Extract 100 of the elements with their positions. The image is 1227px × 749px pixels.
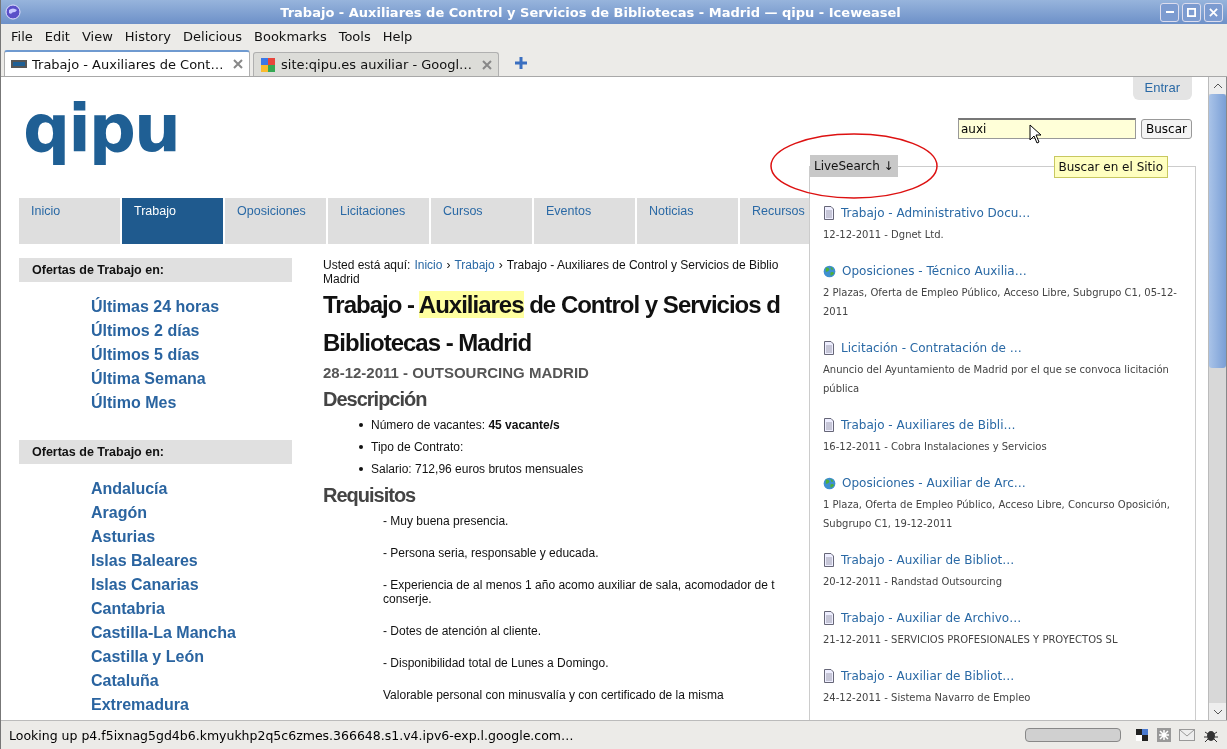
breadcrumb-current: Madrid bbox=[323, 272, 361, 286]
menu-item[interactable]: Help bbox=[376, 28, 419, 44]
requirement-text: - Disponibilidad total de Lunes a Domingo. bbox=[383, 656, 610, 670]
globe-icon bbox=[823, 476, 836, 490]
result-link[interactable]: Trabajo - Auxiliar de Bibliot… bbox=[841, 666, 1015, 686]
document-icon bbox=[823, 418, 835, 432]
section-heading: Requisitos bbox=[323, 483, 417, 508]
sidebar-link[interactable]: Andalucía bbox=[91, 477, 168, 501]
sidebar-link[interactable]: Cataluña bbox=[91, 669, 159, 693]
menu-item[interactable]: History bbox=[118, 28, 178, 44]
result-detail: 1 Plaza, Oferta de Empleo Público, Acceso Libre, Concurso Oposición, Subgrupo C1, 19-12-2011 bbox=[823, 498, 1172, 531]
nav-tab[interactable]: Oposiciones bbox=[225, 198, 326, 244]
result-link[interactable]: Trabajo - Auxiliar de Bibliot… bbox=[841, 550, 1015, 570]
document-icon bbox=[823, 206, 835, 220]
site-icon bbox=[260, 56, 276, 73]
result-detail: 16-12-2011 - Cobra Instalaciones y Servicios bbox=[823, 440, 1048, 454]
search-site-label: Buscar en el Sitio bbox=[1053, 156, 1168, 178]
section-heading: Descripción bbox=[323, 387, 428, 412]
result-link[interactable]: Trabajo - Administrativo Docu… bbox=[841, 203, 1031, 223]
mouse-cursor-icon bbox=[1029, 124, 1043, 144]
result-link[interactable]: Trabajo - Auxiliares de Bibli… bbox=[841, 415, 1016, 435]
breadcrumb-separator: › bbox=[498, 258, 503, 272]
browser-tab[interactable]: Trabajo - Auxiliares de Cont… bbox=[4, 50, 250, 76]
sidebar-link[interactable]: Aragón bbox=[91, 501, 147, 525]
result-link[interactable]: Trabajo - Auxiliar de Archivo… bbox=[841, 608, 1022, 628]
mail-icon[interactable] bbox=[1179, 729, 1195, 741]
status-text: Looking up p4.f5ixnag5gd4b6.kmyukhp2q5c6zmes.366648.s1.v4.ipv6-exp.l.google.com… bbox=[9, 727, 575, 743]
window-title: Trabajo - Auxiliares de Control y Servicios de Bibliotecas - Madrid — qipu - Iceweasel bbox=[279, 4, 902, 20]
breadcrumb-label: Usted está aquí: bbox=[323, 258, 411, 272]
search-field[interactable]: auxi bbox=[958, 118, 1136, 139]
sidebar-heading: Ofertas de Trabajo en: bbox=[19, 258, 292, 282]
requirement-text: - Persona seria, responsable y educada. bbox=[383, 546, 600, 560]
scroll-down-icon[interactable] bbox=[1212, 708, 1223, 715]
close-icon[interactable] bbox=[482, 59, 492, 70]
breadcrumb-link[interactable]: Inicio bbox=[414, 258, 443, 272]
result-detail: 20-12-2011 - Randstad Outsourcing bbox=[823, 575, 1004, 589]
close-icon bbox=[1209, 7, 1218, 17]
close-icon[interactable] bbox=[233, 59, 243, 69]
close-button[interactable] bbox=[1204, 2, 1223, 22]
nav-tab[interactable]: Trabajo bbox=[122, 198, 223, 244]
menu-item[interactable]: Tools bbox=[332, 28, 377, 44]
login-link[interactable]: Entrar bbox=[1132, 77, 1192, 100]
page-title: Bibliotecas - Madrid bbox=[323, 329, 532, 356]
menu-item[interactable]: Edit bbox=[38, 28, 76, 44]
breadcrumb-separator: › bbox=[446, 258, 451, 272]
menu-item[interactable]: Bookmarks bbox=[248, 28, 333, 44]
result-link[interactable]: Licitación - Contratación de … bbox=[841, 338, 1022, 358]
description-item: Número de vacantes: 45 vacante/s bbox=[371, 417, 560, 434]
sidebar-link[interactable]: Cantabria bbox=[91, 597, 165, 621]
globe-icon bbox=[823, 264, 836, 278]
scroll-up-icon[interactable] bbox=[1212, 82, 1223, 89]
result-link[interactable]: Oposiciones - Técnico Auxilia… bbox=[842, 261, 1027, 281]
menu-item[interactable]: Delicious bbox=[177, 28, 249, 44]
menu-item[interactable]: File bbox=[5, 28, 39, 44]
document-icon bbox=[823, 669, 835, 683]
nav-tab[interactable]: Cursos bbox=[431, 198, 532, 244]
maximize-button[interactable] bbox=[1182, 2, 1201, 22]
sidebar-link[interactable]: Últimas 24 horas bbox=[91, 295, 220, 319]
description-item: Salario: 712,96 euros brutos mensuales bbox=[371, 461, 584, 478]
new-tab-icon[interactable] bbox=[514, 56, 528, 70]
scrollbar[interactable] bbox=[1208, 77, 1226, 720]
result-detail: 24-12-2011 - Sistema Navarro de Empleo bbox=[823, 691, 1032, 705]
sidebar-link[interactable]: Última Semana bbox=[91, 367, 206, 391]
sidebar-link[interactable]: Extremadura bbox=[91, 693, 189, 717]
minimize-button[interactable] bbox=[1160, 2, 1179, 22]
sidebar-link[interactable]: Último Mes bbox=[91, 391, 177, 415]
sidebar-link[interactable]: Islas Baleares bbox=[91, 549, 198, 573]
nav-tab[interactable]: Licitaciones bbox=[328, 198, 429, 244]
breadcrumb-link[interactable]: Trabajo bbox=[454, 258, 495, 272]
result-detail: 21-12-2011 - SERVICIOS PROFESIONALES Y PROYECTOS SL bbox=[823, 633, 1119, 647]
site-icon bbox=[11, 60, 27, 68]
sidebar-link[interactable]: Castilla-La Mancha bbox=[91, 621, 236, 645]
requirement-text: Valorable personal con minusvalía y con certificado de la misma bbox=[383, 688, 725, 702]
sidebar-link[interactable]: Islas Canarias bbox=[91, 573, 199, 597]
nav-tab[interactable]: Noticias bbox=[637, 198, 738, 244]
requirement-text: - Experiencia de al menos 1 año acomo auxiliar de sala, acomodador de t bbox=[383, 578, 776, 592]
minimize-icon bbox=[1165, 11, 1174, 13]
requirement-text: - Dotes de atención al cliente. bbox=[383, 624, 543, 638]
sidebar-link[interactable]: Últimos 5 días bbox=[91, 343, 200, 367]
nav-tab[interactable]: Recursos bbox=[740, 198, 809, 244]
document-icon bbox=[823, 553, 835, 567]
result-link[interactable]: Oposiciones - Auxiliar de Arc… bbox=[842, 473, 1026, 493]
nav-tab[interactable]: Inicio bbox=[19, 198, 120, 244]
description-item: Tipo de Contrato: bbox=[371, 439, 464, 456]
maximize-icon bbox=[1187, 7, 1196, 17]
document-icon bbox=[823, 341, 835, 355]
snowflake-icon[interactable] bbox=[1157, 728, 1171, 742]
menu-item[interactable]: View bbox=[75, 28, 119, 44]
browser-tab[interactable]: site:qipu.es auxiliar - Googl… bbox=[253, 52, 499, 76]
job-date-company: 28-12-2011 - OUTSOURCING MADRID bbox=[323, 363, 590, 383]
window-icon[interactable] bbox=[1135, 728, 1149, 742]
livesearch-label[interactable]: LiveSearch ↓ bbox=[810, 155, 898, 177]
nav-tab[interactable]: Eventos bbox=[534, 198, 635, 244]
sidebar-link[interactable]: Asturias bbox=[91, 525, 156, 549]
result-detail: Anuncio del Ayuntamiento de Madrid por el que se convoca licitación pública bbox=[823, 363, 1170, 396]
site-logo[interactable]: qipu bbox=[23, 89, 180, 169]
sidebar-link[interactable]: Castilla y León bbox=[91, 645, 204, 669]
search-button[interactable]: Buscar bbox=[1141, 118, 1192, 139]
result-detail: 2 Plazas, Oferta de Empleo Público, Acceso Libre, Subgrupo C1, 05-12-2011 bbox=[823, 286, 1178, 319]
sidebar-link[interactable]: Últimos 2 días bbox=[91, 319, 200, 343]
